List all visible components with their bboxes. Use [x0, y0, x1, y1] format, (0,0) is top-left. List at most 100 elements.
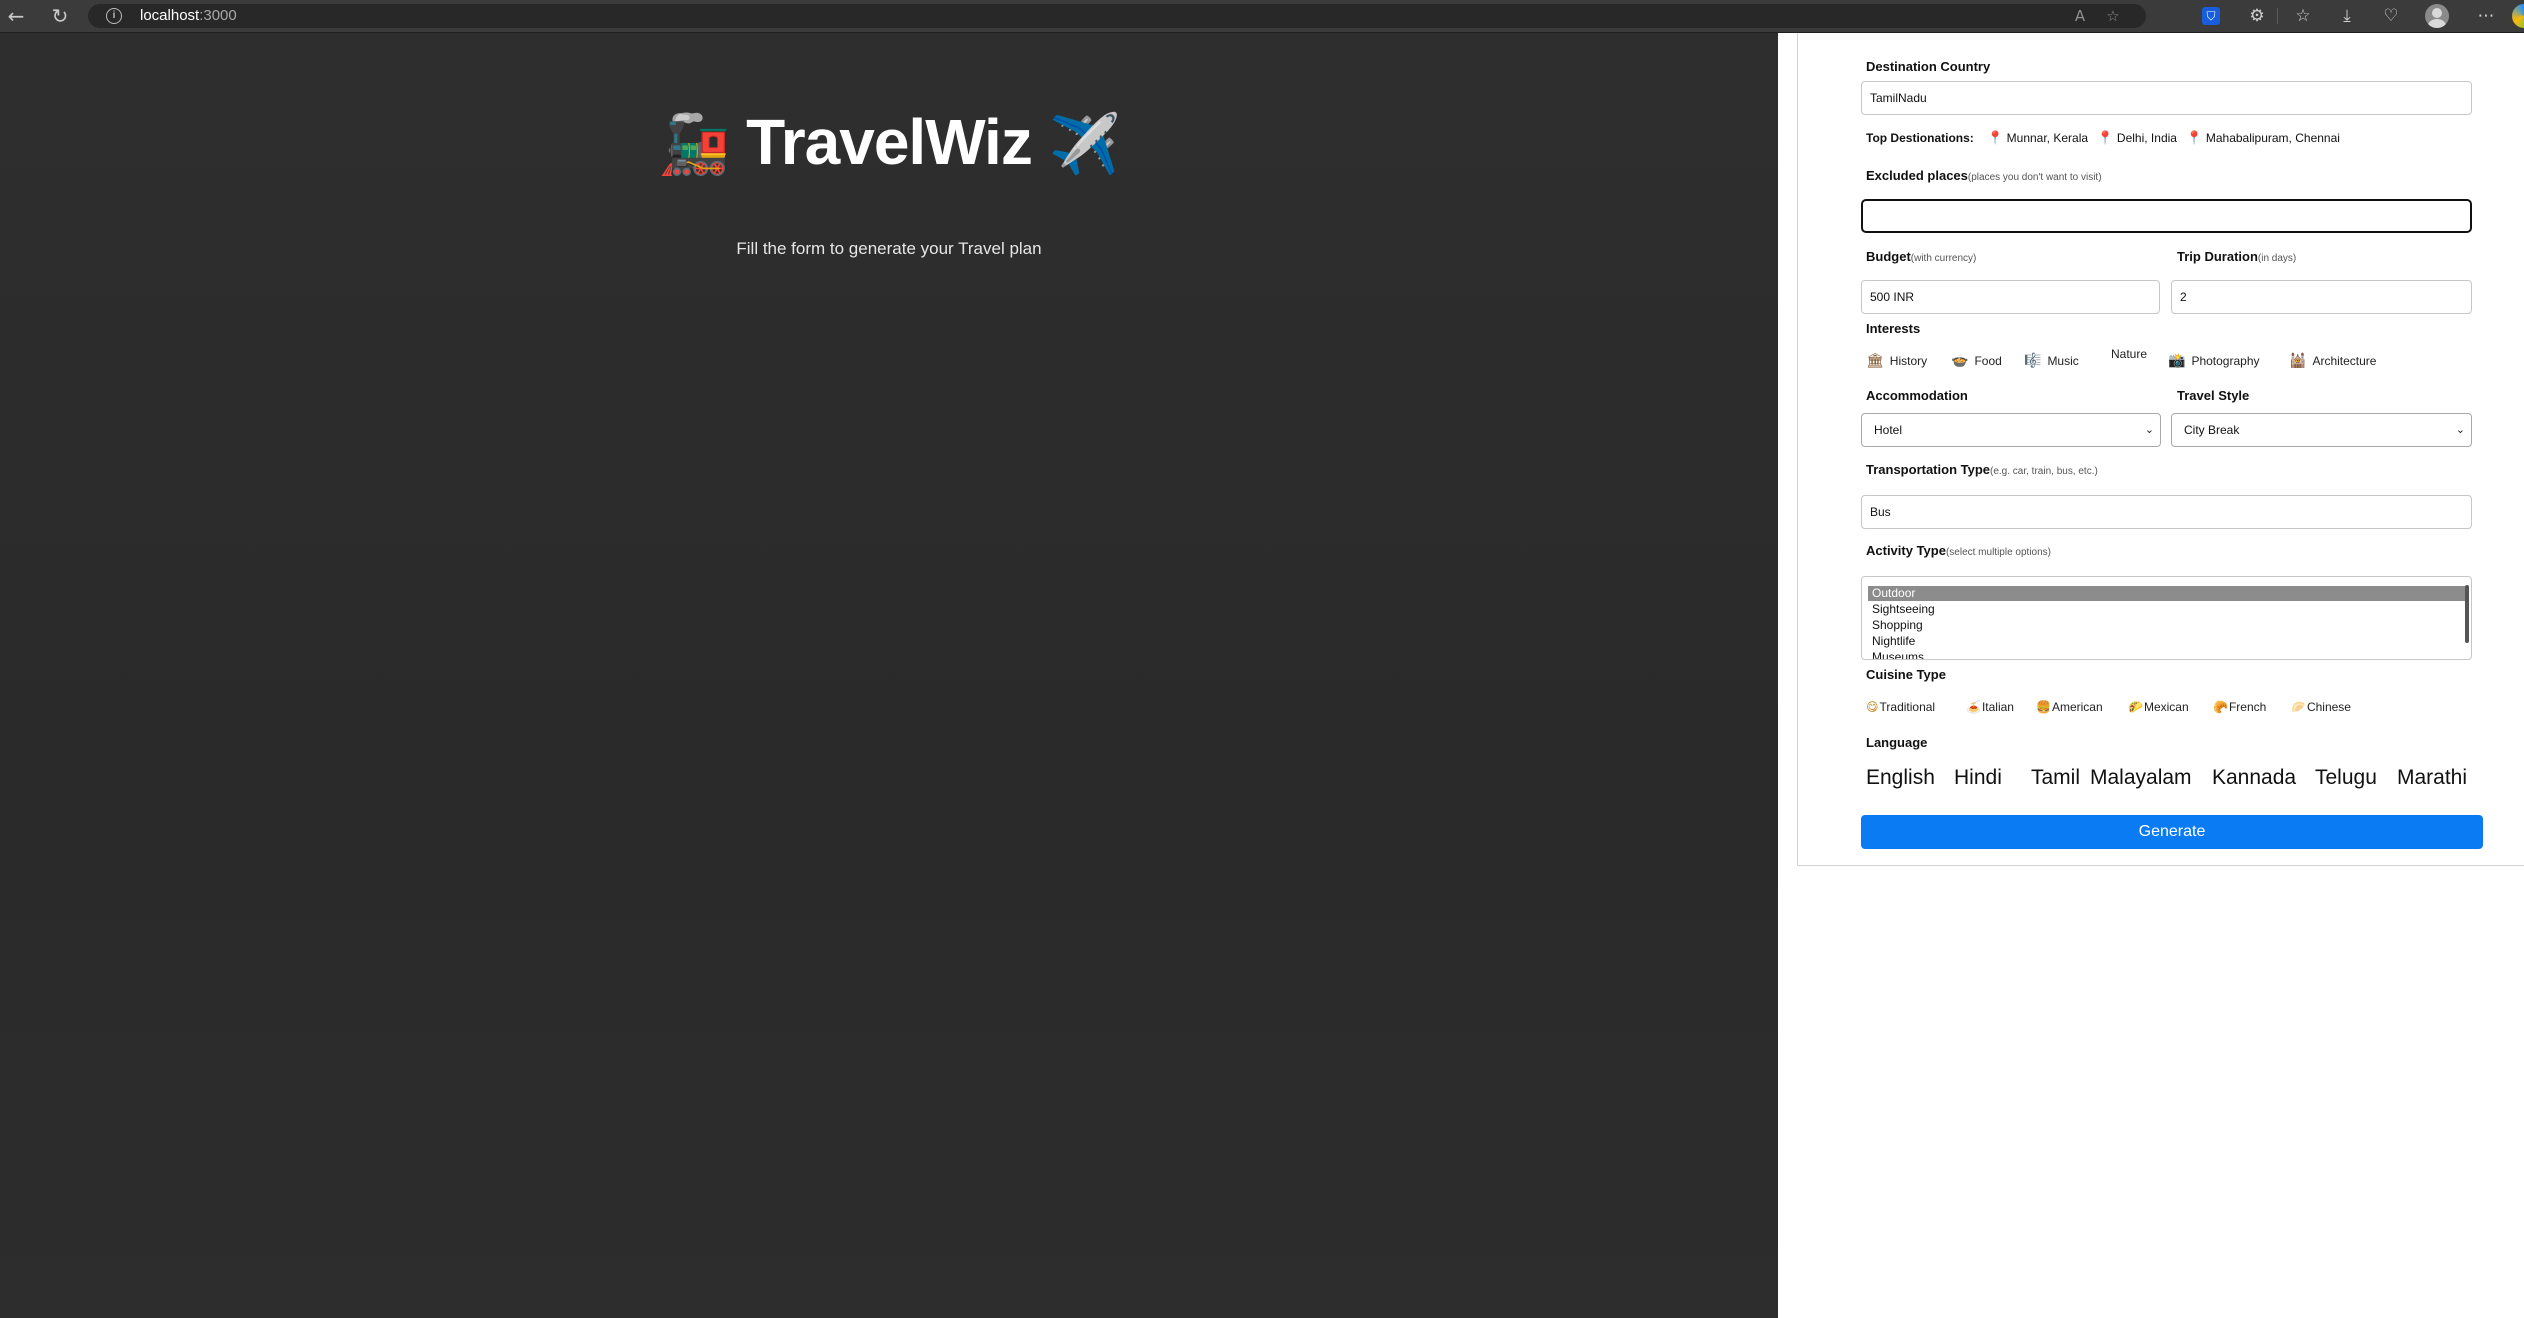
- museum-icon: 🏛: [1866, 353, 1884, 369]
- address-bar[interactable]: i localhost:3000 ☆ A: [88, 4, 2146, 28]
- download-icon[interactable]: ⤓: [2334, 4, 2360, 28]
- activity-type-label-text: Activity Type: [1866, 543, 1946, 558]
- activity-type-listbox[interactable]: Outdoor Sightseeing Shopping Nightlife M…: [1861, 576, 2472, 660]
- top-destination-item[interactable]: Mahabalipuram, Chennai: [2206, 131, 2340, 145]
- transportation-hint: (e.g. car, train, bus, etc.): [1990, 466, 2098, 477]
- croissant-icon: 🥐: [2213, 700, 2228, 714]
- copilot-icon[interactable]: [2512, 4, 2524, 28]
- dumpling-icon: 🥟: [2291, 700, 2306, 714]
- more-menu-icon[interactable]: ⋯: [2473, 4, 2499, 28]
- profile-avatar-icon[interactable]: [2425, 4, 2449, 28]
- interest-photography[interactable]: 📸 Photography: [2168, 353, 2260, 369]
- cuisine-american[interactable]: 🍔American: [2036, 700, 2103, 714]
- toolbar-divider: [2277, 8, 2278, 24]
- cuisine-label: Chinese: [2306, 700, 2351, 714]
- language-hindi[interactable]: Hindi: [1954, 766, 2002, 790]
- interest-nature[interactable]: Nature: [2111, 347, 2147, 361]
- cuisine-label: Traditional: [1879, 700, 1936, 714]
- accommodation-value: Hotel: [1874, 423, 1903, 437]
- cuisine-traditional[interactable]: 😋Traditional: [1866, 700, 1935, 714]
- language-tamil[interactable]: Tamil: [2031, 766, 2080, 790]
- cuisine-italian[interactable]: 🍝Italian: [1966, 700, 2014, 714]
- top-destinations-row: Top Destionations: 📍 Munnar, Kerala 📍 De…: [1866, 131, 2340, 146]
- browser-essentials-icon[interactable]: ♡: [2378, 4, 2404, 28]
- interest-history[interactable]: 🏛 History: [1866, 353, 1927, 369]
- language-telugu[interactable]: Telugu: [2315, 766, 2377, 790]
- activity-type-label: Activity Type(select multiple options): [1866, 543, 2051, 558]
- favorites-icon[interactable]: ☆: [2290, 4, 2316, 28]
- interest-label: Nature: [2111, 347, 2148, 361]
- transportation-input[interactable]: Bus: [1861, 495, 2472, 529]
- address-url: localhost:3000: [140, 7, 237, 24]
- favorite-star-icon[interactable]: ☆: [2103, 6, 2123, 26]
- train-icon: 🚂: [658, 110, 730, 178]
- architecture-icon: 🕍: [2289, 353, 2307, 369]
- destination-label: Destination Country: [1866, 59, 1991, 74]
- cuisine-french[interactable]: 🥐French: [2213, 700, 2266, 714]
- excluded-places-label-text: Excluded places: [1866, 168, 1968, 183]
- spaghetti-icon: 🍝: [1966, 700, 1981, 714]
- interest-food[interactable]: 🍲 Food: [1951, 353, 2002, 369]
- read-aloud-icon[interactable]: A: [2070, 6, 2090, 26]
- app-title: 🚂 TravelWiz ✈️: [0, 105, 1778, 179]
- pin-icon: 📍: [2186, 131, 2203, 146]
- excluded-places-input[interactable]: [1861, 199, 2472, 233]
- generate-button[interactable]: Generate: [1861, 815, 2483, 849]
- pin-icon: 📍: [2097, 131, 2114, 146]
- music-score-icon: 🎼: [2024, 353, 2042, 369]
- site-info-icon[interactable]: i: [106, 8, 122, 24]
- activity-option-shopping[interactable]: Shopping: [1868, 618, 2466, 633]
- budget-input[interactable]: 500 INR: [1861, 280, 2160, 314]
- airplane-icon: ✈️: [1048, 110, 1121, 178]
- interest-label: History: [1889, 354, 1928, 368]
- accommodation-select[interactable]: Hotel ⌄: [1861, 413, 2161, 447]
- cuisine-type-label: Cuisine Type: [1866, 667, 1946, 682]
- transportation-label-text: Transportation Type: [1866, 462, 1990, 477]
- language-marathi[interactable]: Marathi: [2397, 766, 2467, 790]
- activity-option-sightseeing[interactable]: Sightseeing: [1868, 602, 2466, 617]
- interest-label: Photography: [2191, 354, 2260, 368]
- chevron-down-icon: ⌄: [2455, 423, 2465, 436]
- bitwarden-icon[interactable]: ⛉: [2202, 7, 2220, 25]
- top-destinations-label: Top Destionations:: [1866, 131, 1974, 145]
- budget-label-text: Budget: [1866, 249, 1911, 264]
- interest-label: Food: [1974, 354, 2002, 368]
- interest-label: Architecture: [2312, 354, 2377, 368]
- interests-label: Interests: [1866, 321, 1921, 336]
- activity-option-nightlife[interactable]: Nightlife: [1868, 634, 2466, 649]
- top-destination-item[interactable]: Delhi, India: [2117, 131, 2177, 145]
- listbox-scrollbar[interactable]: [2465, 585, 2469, 643]
- travel-style-select[interactable]: City Break ⌄: [2171, 413, 2472, 447]
- app-title-text: TravelWiz: [746, 106, 1033, 178]
- cuisine-label: Italian: [1981, 700, 2014, 714]
- browser-toolbar: ← ↻ i localhost:3000 ☆ A ⛉ ⚙ ☆ ⤓ ♡ ⋯: [0, 0, 2524, 33]
- hero-subtitle: Fill the form to generate your Travel pl…: [736, 239, 1042, 258]
- back-arrow-icon[interactable]: ←: [4, 4, 28, 28]
- budget-hint: (with currency): [1910, 253, 1977, 264]
- trip-duration-label: Trip Duration(in days): [2177, 249, 2296, 264]
- extensions-icon[interactable]: ⚙: [2244, 4, 2270, 28]
- destination-input[interactable]: TamilNadu: [1861, 81, 2472, 115]
- cuisine-mexican[interactable]: 🌮Mexican: [2128, 700, 2189, 714]
- activity-option-outdoor[interactable]: Outdoor: [1868, 586, 2466, 601]
- excluded-places-hint: (places you don't want to visit): [1967, 172, 2102, 183]
- budget-label: Budget(with currency): [1866, 249, 1976, 264]
- travel-style-label: Travel Style: [2177, 388, 2250, 403]
- language-malayalam[interactable]: Malayalam: [2090, 766, 2192, 790]
- language-english[interactable]: English: [1866, 766, 1935, 790]
- cuisine-label: Mexican: [2143, 700, 2189, 714]
- interest-architecture[interactable]: 🕍 Architecture: [2289, 353, 2376, 369]
- hero-panel: 🚂 TravelWiz ✈️ Fill the form to generate…: [0, 33, 1778, 1318]
- interest-music[interactable]: 🎼 Music: [2024, 353, 2079, 369]
- cuisine-chinese[interactable]: 🥟Chinese: [2291, 700, 2351, 714]
- reload-icon[interactable]: ↻: [48, 4, 72, 28]
- activity-option-museums[interactable]: Museums: [1868, 650, 2466, 659]
- travel-style-value: City Break: [2184, 423, 2240, 437]
- cuisine-label: American: [2051, 700, 2103, 714]
- language-label: Language: [1866, 735, 1928, 750]
- pin-icon: 📍: [1987, 131, 2004, 146]
- trip-duration-input[interactable]: 2: [2171, 280, 2472, 314]
- burger-icon: 🍔: [2036, 700, 2051, 714]
- top-destination-item[interactable]: Munnar, Kerala: [2007, 131, 2088, 145]
- language-kannada[interactable]: Kannada: [2212, 766, 2296, 790]
